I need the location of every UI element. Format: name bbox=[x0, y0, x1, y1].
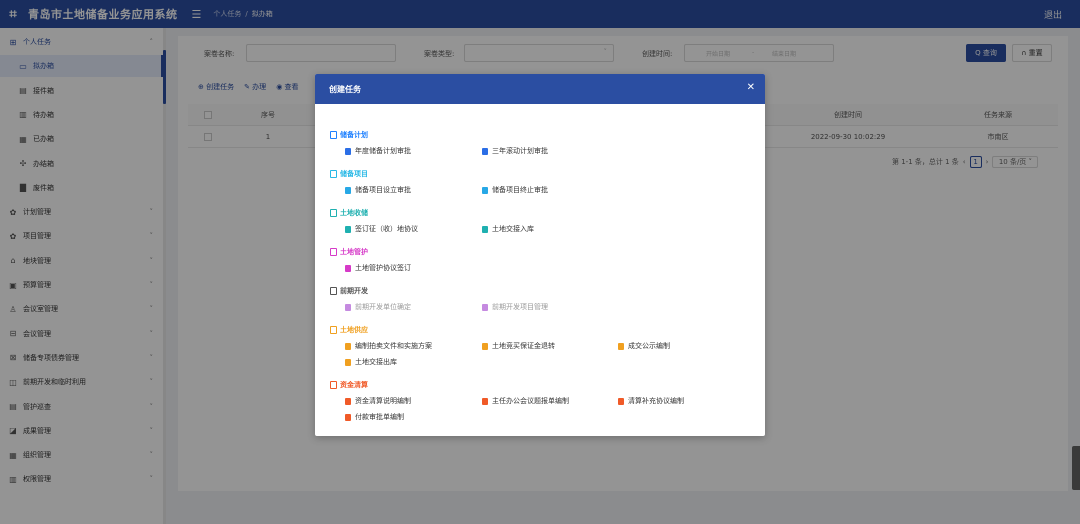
task-type-label: 资金清算说明编制 bbox=[355, 397, 411, 405]
task-doc-icon bbox=[345, 358, 351, 366]
task-type-option[interactable]: 储备项目终止审批 bbox=[482, 185, 548, 195]
task-type-option[interactable]: 土地交接入库 bbox=[482, 224, 534, 234]
task-type-option[interactable]: 土地管护协议签订 bbox=[345, 263, 411, 273]
task-type-label: 主任办公会议题报单编制 bbox=[492, 397, 569, 405]
dialog-title: 创建任务 bbox=[329, 85, 361, 94]
section-doc-icon bbox=[330, 131, 337, 139]
task-doc-icon bbox=[482, 147, 488, 155]
task-type-label: 成交公示编制 bbox=[628, 342, 670, 350]
task-type-option[interactable]: 编制拍卖文件和实施方案 bbox=[345, 341, 432, 351]
task-doc-icon bbox=[345, 303, 351, 311]
section-title: 土地收储 bbox=[340, 209, 368, 217]
section-header: 土地供应 bbox=[330, 325, 368, 335]
dialog-header: 创建任务 ✕ bbox=[315, 74, 765, 104]
task-type-option[interactable]: 土地交接出库 bbox=[345, 357, 397, 367]
task-type-option[interactable]: 土地竞买保证金退转 bbox=[482, 341, 555, 351]
task-doc-icon bbox=[345, 186, 351, 194]
close-icon[interactable]: ✕ bbox=[747, 82, 755, 93]
task-type-label: 土地交接入库 bbox=[492, 225, 534, 233]
task-type-option[interactable]: 年度储备计划审批 bbox=[345, 146, 411, 156]
task-type-label: 土地管护协议签订 bbox=[355, 264, 411, 272]
task-type-label: 三年滚动计划审批 bbox=[492, 147, 548, 155]
section-header: 土地收储 bbox=[330, 208, 368, 218]
task-type-label: 储备项目设立审批 bbox=[355, 186, 411, 194]
task-type-label: 编制拍卖文件和实施方案 bbox=[355, 342, 432, 350]
task-doc-icon bbox=[482, 342, 488, 350]
task-type-label: 前期开发项目管理 bbox=[492, 303, 548, 311]
task-doc-icon bbox=[482, 303, 488, 311]
task-type-label: 年度储备计划审批 bbox=[355, 147, 411, 155]
section-header: 土地管护 bbox=[330, 247, 368, 257]
section-doc-icon bbox=[330, 287, 337, 295]
task-type-label: 土地竞买保证金退转 bbox=[492, 342, 555, 350]
task-type-option[interactable]: 储备项目设立审批 bbox=[345, 185, 411, 195]
section-title: 土地管护 bbox=[340, 248, 368, 256]
section-title: 储备计划 bbox=[340, 131, 368, 139]
task-doc-icon bbox=[482, 225, 488, 233]
task-type-label: 付款审批单编制 bbox=[355, 413, 404, 421]
task-type-option[interactable]: 成交公示编制 bbox=[618, 341, 670, 351]
task-doc-icon bbox=[345, 342, 351, 350]
section-doc-icon bbox=[330, 381, 337, 389]
task-doc-icon bbox=[618, 342, 624, 350]
section-doc-icon bbox=[330, 248, 337, 256]
task-doc-icon bbox=[345, 147, 351, 155]
section-title: 土地供应 bbox=[340, 326, 368, 334]
task-doc-icon bbox=[345, 264, 351, 272]
task-type-option[interactable]: 前期开发项目管理 bbox=[482, 302, 548, 312]
task-type-option[interactable]: 清算补充协议编制 bbox=[618, 396, 684, 406]
task-type-label: 土地交接出库 bbox=[355, 358, 397, 366]
task-type-option[interactable]: 资金清算说明编制 bbox=[345, 396, 411, 406]
task-type-option[interactable]: 签订征（收）地协议 bbox=[345, 224, 418, 234]
task-type-label: 清算补充协议编制 bbox=[628, 397, 684, 405]
task-doc-icon bbox=[345, 413, 351, 421]
task-doc-icon bbox=[345, 225, 351, 233]
task-doc-icon bbox=[345, 397, 351, 405]
task-type-label: 储备项目终止审批 bbox=[492, 186, 548, 194]
section-title: 前期开发 bbox=[340, 287, 368, 295]
section-header: 储备项目 bbox=[330, 169, 368, 179]
section-doc-icon bbox=[330, 326, 337, 334]
task-type-option[interactable]: 三年滚动计划审批 bbox=[482, 146, 548, 156]
task-doc-icon bbox=[482, 186, 488, 194]
task-doc-icon bbox=[618, 397, 624, 405]
task-type-option[interactable]: 主任办公会议题报单编制 bbox=[482, 396, 569, 406]
task-doc-icon bbox=[482, 397, 488, 405]
floating-side-widget[interactable] bbox=[1072, 446, 1080, 490]
section-header: 资金清算 bbox=[330, 380, 368, 390]
section-title: 资金清算 bbox=[340, 381, 368, 389]
task-type-option[interactable]: 付款审批单编制 bbox=[345, 412, 404, 422]
section-header: 储备计划 bbox=[330, 130, 368, 140]
task-type-label: 签订征（收）地协议 bbox=[355, 225, 418, 233]
section-title: 储备项目 bbox=[340, 170, 368, 178]
task-type-option[interactable]: 前期开发单位确定 bbox=[345, 302, 411, 312]
section-header: 前期开发 bbox=[330, 286, 368, 296]
section-doc-icon bbox=[330, 209, 337, 217]
create-task-dialog: 创建任务 ✕ 储备计划年度储备计划审批 三年滚动计划审批储备项目储备项目设立审批 储… bbox=[315, 74, 765, 436]
section-doc-icon bbox=[330, 170, 337, 178]
task-type-label: 前期开发单位确定 bbox=[355, 303, 411, 311]
